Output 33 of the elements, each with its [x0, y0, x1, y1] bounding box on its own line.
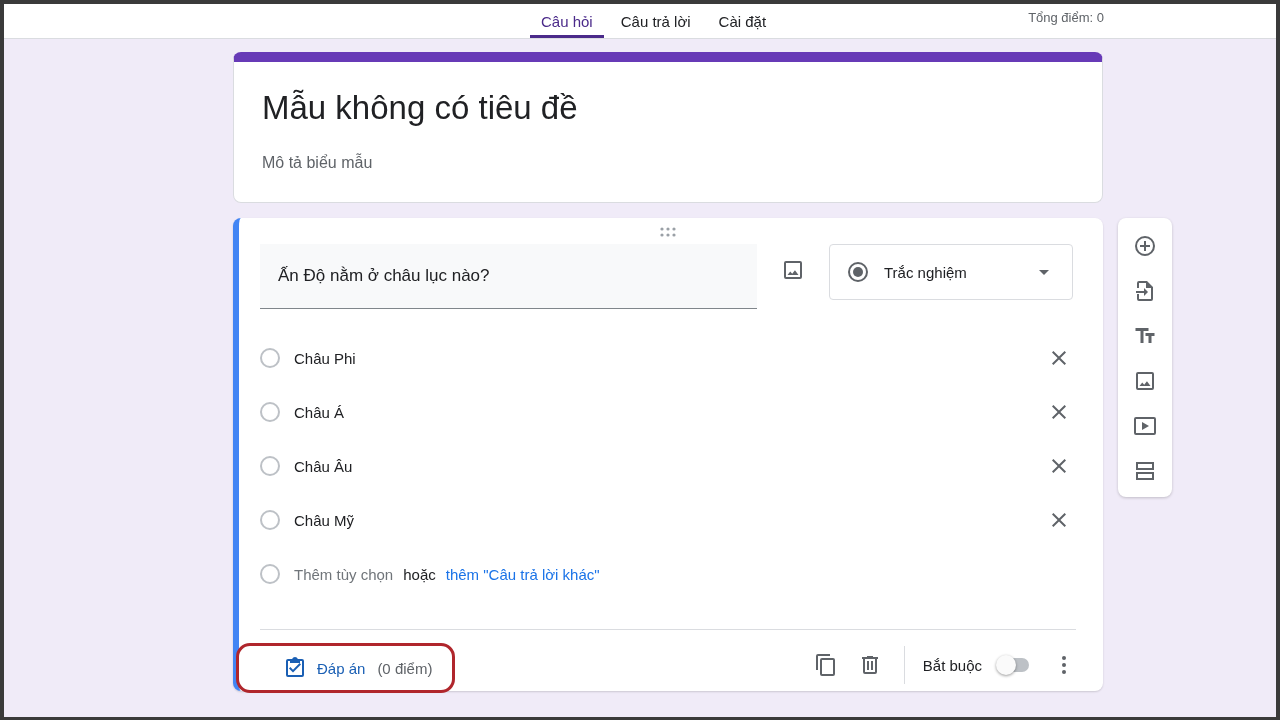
circle-icon	[260, 564, 280, 584]
option-text[interactable]: Châu Mỹ	[294, 511, 1047, 529]
tab[interactable]: Câu trả lời	[609, 4, 702, 38]
option-text[interactable]: Châu Phi	[294, 349, 1047, 367]
radio-button[interactable]	[260, 456, 280, 476]
add-icon[interactable]	[1133, 234, 1157, 258]
total-points: Tổng điểm: 0	[1028, 9, 1104, 25]
add-option-link[interactable]: Thêm tùy chọn	[294, 565, 394, 583]
caret-icon	[1039, 269, 1049, 275]
section-icon[interactable]	[1133, 459, 1157, 483]
drag-handle-icon[interactable]	[658, 226, 678, 238]
answer-key-button[interactable]: Đáp án	[263, 656, 366, 680]
or-text: hoặc	[403, 565, 436, 583]
radio-icon	[846, 260, 870, 284]
option-text[interactable]: Châu Âu	[294, 457, 1047, 475]
required-label: Bắt buộc	[922, 656, 982, 674]
question-type-dropdown[interactable]: Trắc nghiệm	[829, 244, 1073, 300]
option-text[interactable]: Châu Á	[294, 403, 1047, 421]
image-icon[interactable]	[1133, 369, 1157, 393]
points-label: (0 điểm)	[377, 659, 433, 677]
add-other-link[interactable]: thêm "Câu trả lời khác"	[445, 565, 600, 583]
clipboard-check-icon	[283, 656, 307, 680]
copy-icon[interactable]	[813, 653, 838, 677]
radio-button[interactable]	[260, 402, 280, 422]
tab[interactable]: Câu hỏi	[530, 4, 604, 38]
video-icon[interactable]	[1133, 414, 1157, 438]
form-title[interactable]: Mẫu không có tiêu đề	[262, 88, 1074, 128]
question-field[interactable]: Ấn Độ nằm ở châu lục nào?	[260, 244, 757, 309]
tab[interactable]: Cài đặt	[707, 4, 778, 38]
form-description[interactable]: Mô tả biểu mẫu	[262, 154, 1074, 172]
radio-button[interactable]	[260, 510, 280, 530]
image-icon[interactable]	[781, 258, 805, 282]
radio-button[interactable]	[260, 348, 280, 368]
